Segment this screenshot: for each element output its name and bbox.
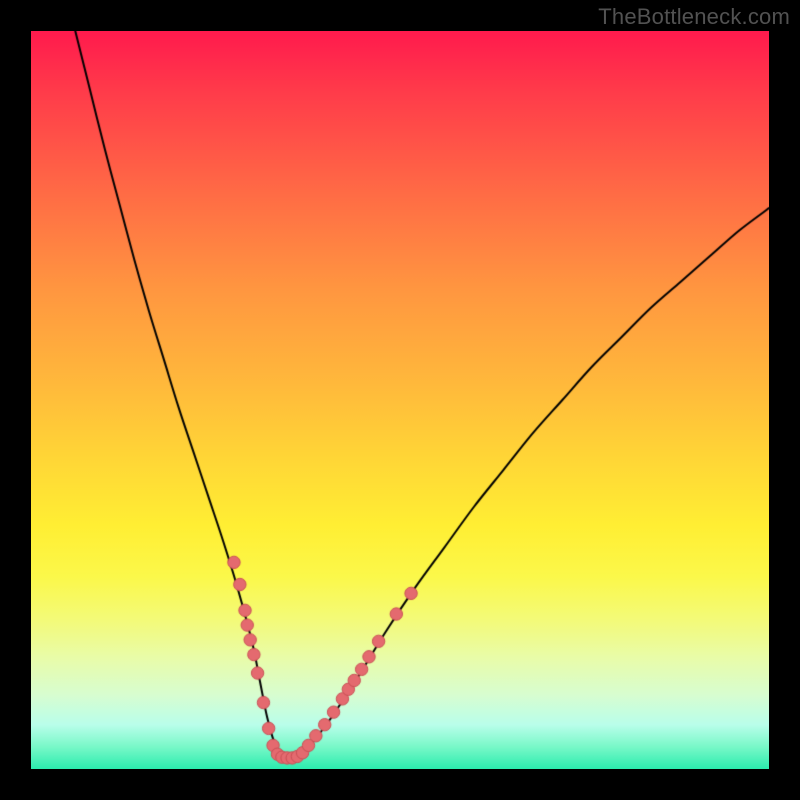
watermark-text: TheBottleneck.com (598, 4, 790, 30)
data-dots (31, 31, 769, 769)
plot-area (31, 31, 769, 769)
